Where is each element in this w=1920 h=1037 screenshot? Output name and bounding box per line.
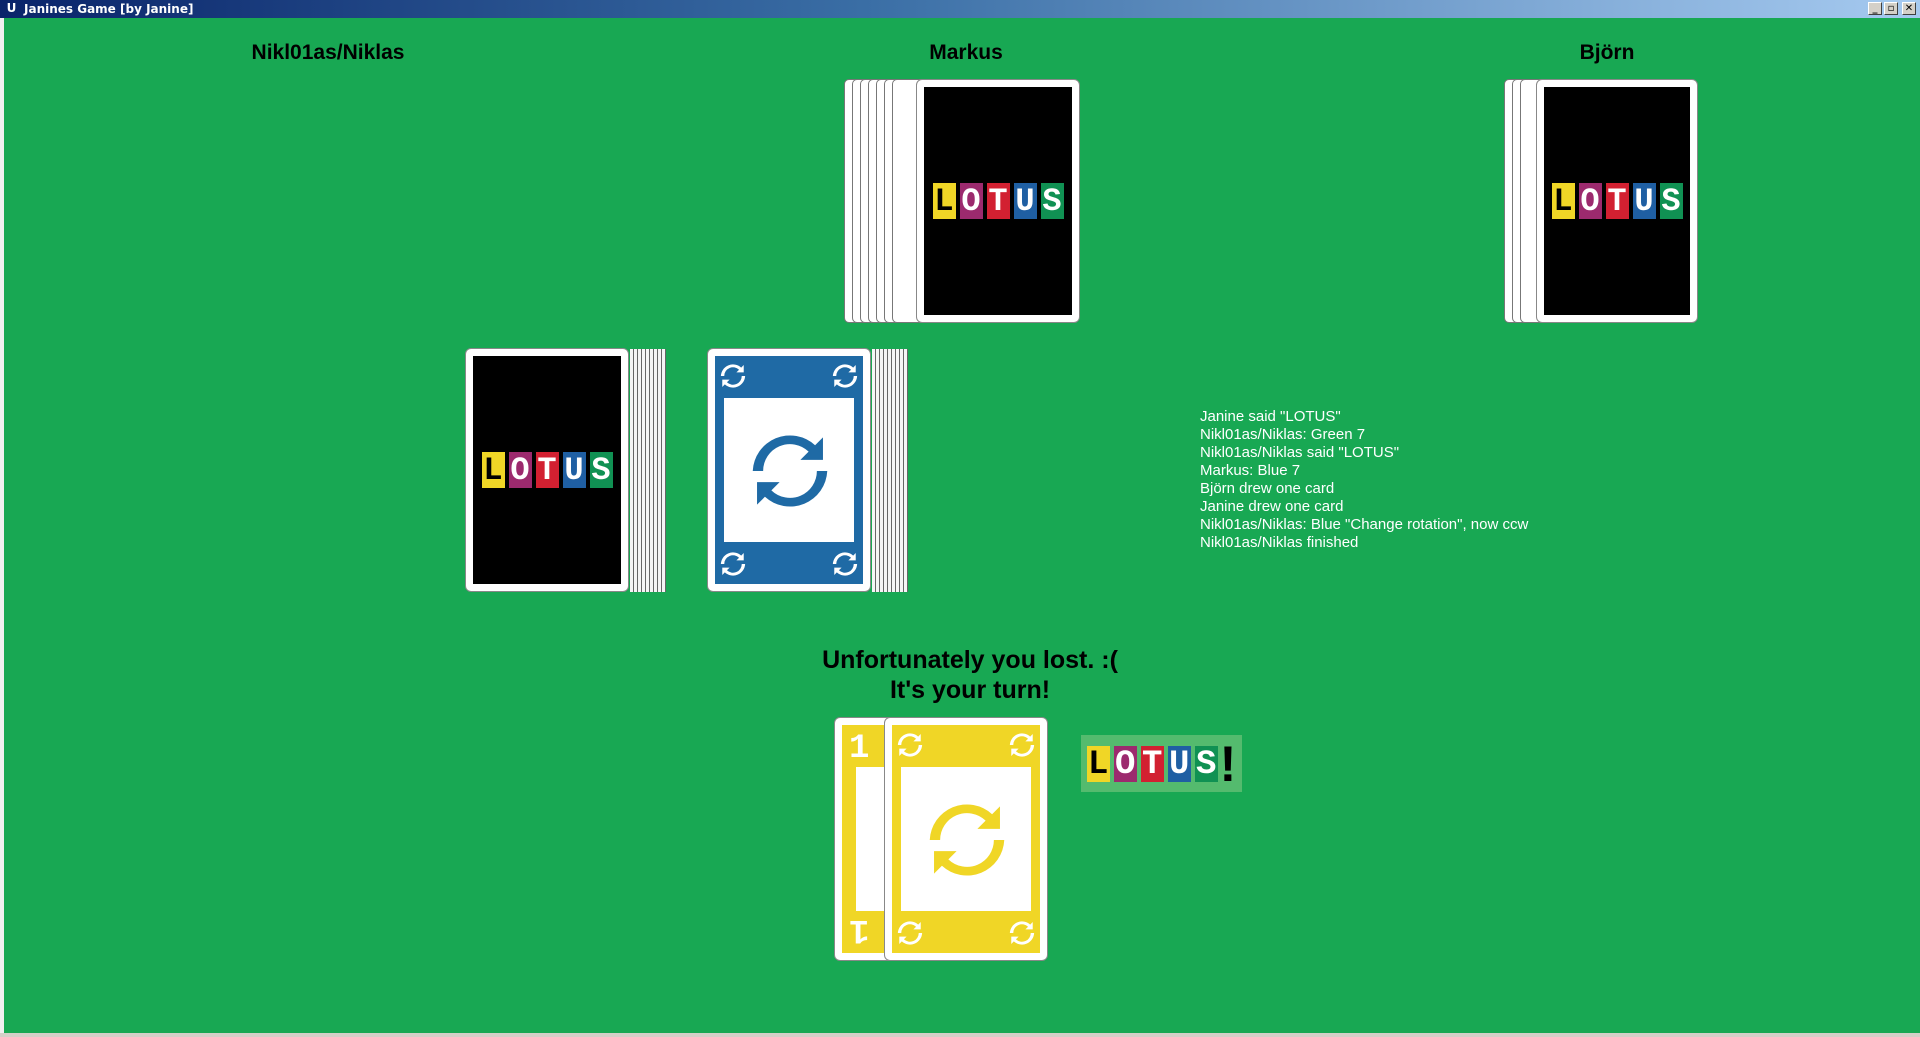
draw-pile-top-card[interactable]: LOTUS [465,348,629,592]
window-title: Janines Game [by Janine] [24,2,194,16]
lotus-logo: LOTUS [1551,183,1683,220]
discard-pile-top-card [707,348,871,592]
lotus-logo-letter: T [1140,745,1164,784]
lotus-logo-letter: T [1605,183,1629,220]
card-back: LOTUS [916,79,1080,323]
lotus-logo: LOTUS [481,452,613,489]
rotation-icon-large [924,792,1010,888]
window-titlebar: U Janines Game [by Janine] _ ▫ ✕ [0,0,1920,18]
lotus-logo-letter: T [986,183,1010,220]
lotus-logo-letter: U [1167,745,1191,784]
lotus-logo-letter: O [508,452,532,489]
log-entry: Janine said "LOTUS" [1200,408,1341,425]
card-value-bottom: 1 [849,910,870,948]
lotus-logo-letter: S [1040,183,1064,220]
lotus-logo-letter: L [1551,183,1575,220]
rotation-icon [896,919,924,947]
status-line-turn: It's your turn! [889,676,1051,704]
lotus-logo-letter: U [1632,183,1656,220]
player-name-right: Björn [1579,41,1635,64]
log-entry: Markus: Blue 7 [1200,462,1301,479]
lotus-call-button[interactable]: LOTUS ! [1081,735,1242,792]
maximize-button[interactable]: ▫ [1884,2,1898,15]
lotus-logo-letter: S [1659,183,1683,220]
lotus-logo-letter: L [1086,745,1110,784]
log-entry: Nikl01as/Niklas said "LOTUS" [1200,444,1400,461]
player-name-top: Markus [929,41,1003,64]
rotation-icon [831,362,859,390]
lotus-logo: LOTUS [1086,745,1218,784]
card-back-face: LOTUS [473,356,621,584]
status-line-result: Unfortunately you lost. :( [822,646,1118,674]
rotation-icon [896,731,924,759]
log-entry: Nikl01as/Niklas: Blue "Change rotation",… [1200,516,1529,533]
rotation-icon [1008,731,1036,759]
card-back-face: LOTUS [1544,87,1690,315]
lotus-logo-letter: O [1578,183,1602,220]
lotus-logo-letter: O [959,183,983,220]
rotation-icon [831,550,859,578]
stack-card-edge [662,349,666,592]
card-back: LOTUS [1536,79,1698,323]
card-face-yellow [892,725,1040,953]
log-entry: Nikl01as/Niklas: Green 7 [1200,426,1366,443]
rotation-icon-large [747,423,833,519]
lotus-logo-letter: S [589,452,613,489]
game-log: Janine said "LOTUS" Nikl01as/Niklas: Gree… [1200,408,1620,552]
lotus-logo: LOTUS [932,183,1064,220]
lotus-logo-letter: S [1194,745,1218,784]
game-table: Nikl01as/Niklas Markus Björn LOTUS LOTUS [4,18,1920,1033]
card-value-top: 1 [849,730,870,768]
lotus-logo-letter: T [535,452,559,489]
log-entry: Janine drew one card [1200,498,1344,515]
rotation-icon [719,362,747,390]
log-entry: Björn drew one card [1200,480,1335,497]
card-face-blue [715,356,863,584]
lotus-logo-letter: O [1113,745,1137,784]
lotus-logo-letter: L [932,183,956,220]
lotus-logo-letter: U [562,452,586,489]
lotus-logo-letter: L [481,452,505,489]
lotus-logo-letter: U [1013,183,1037,220]
rotation-icon [719,550,747,578]
window-bottom-border [0,1033,1920,1037]
card-back-face: LOTUS [924,87,1072,315]
rotation-icon [1008,919,1036,947]
lotus-exclamation: ! [1219,735,1237,792]
player-name-left: Nikl01as/Niklas [251,41,405,64]
app-icon: U [6,1,17,15]
status-message: Unfortunately you lost. :( It's your tur… [744,645,1196,705]
stack-card-edge [904,349,908,592]
hand-card-yellow-rotation[interactable] [884,717,1048,961]
minimize-button[interactable]: _ [1868,2,1882,15]
log-entry: Nikl01as/Niklas finished [1200,534,1359,551]
close-button[interactable]: ✕ [1902,2,1916,15]
